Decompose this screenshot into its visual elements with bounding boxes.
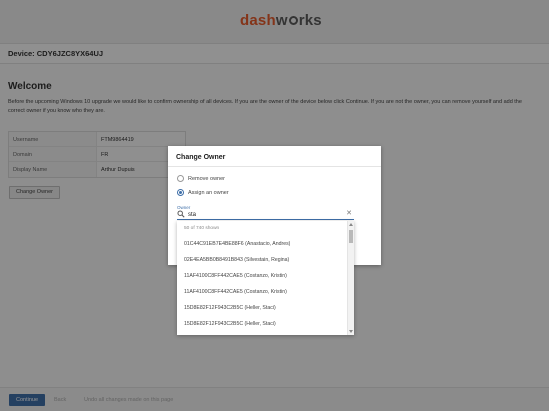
list-item[interactable]: 15D8E82F12F943C2B5C (Heller, Staci) (184, 321, 276, 327)
list-item[interactable]: 15D8E82F12F943C2B5C (Heller, Staci) (184, 305, 276, 311)
assign-owner-option[interactable]: Assign an owner (177, 189, 229, 196)
remove-owner-radio[interactable] (177, 175, 184, 182)
scroll-up-icon[interactable] (349, 223, 353, 226)
dialog-title: Change Owner (176, 154, 226, 161)
scrollbar-thumb[interactable] (349, 230, 353, 243)
clear-icon[interactable]: ✕ (346, 210, 352, 218)
list-item[interactable]: 11AF4100C8FF442CAE5 (Costanzo, Kristin) (184, 289, 287, 295)
results-count: 50 of 740 shown (184, 226, 220, 231)
dialog-divider (168, 166, 381, 167)
owner-search-input[interactable] (188, 210, 338, 219)
scroll-down-icon[interactable] (349, 330, 353, 333)
list-item[interactable]: 11AF4100C8FF442CAE5 (Costanzo, Kristin) (184, 273, 287, 279)
assign-owner-radio[interactable] (177, 189, 184, 196)
owner-search-field[interactable]: ✕ (177, 210, 354, 220)
list-item[interactable]: 02E4EA5BB0B8491B843 (Silvestain, Regina) (184, 257, 289, 263)
list-item[interactable]: 01C44C91EB7E4BE88F6 (Anastacio, Andres) (184, 241, 290, 247)
search-icon (177, 210, 185, 218)
assign-owner-label: Assign an owner (188, 189, 229, 196)
owner-results-dropdown: 50 of 740 shown 01C44C91EB7E4BE88F6 (Ana… (177, 221, 354, 335)
results-scrollbar[interactable] (347, 221, 354, 335)
remove-owner-option[interactable]: Remove owner (177, 175, 225, 182)
remove-owner-label: Remove owner (188, 175, 225, 182)
